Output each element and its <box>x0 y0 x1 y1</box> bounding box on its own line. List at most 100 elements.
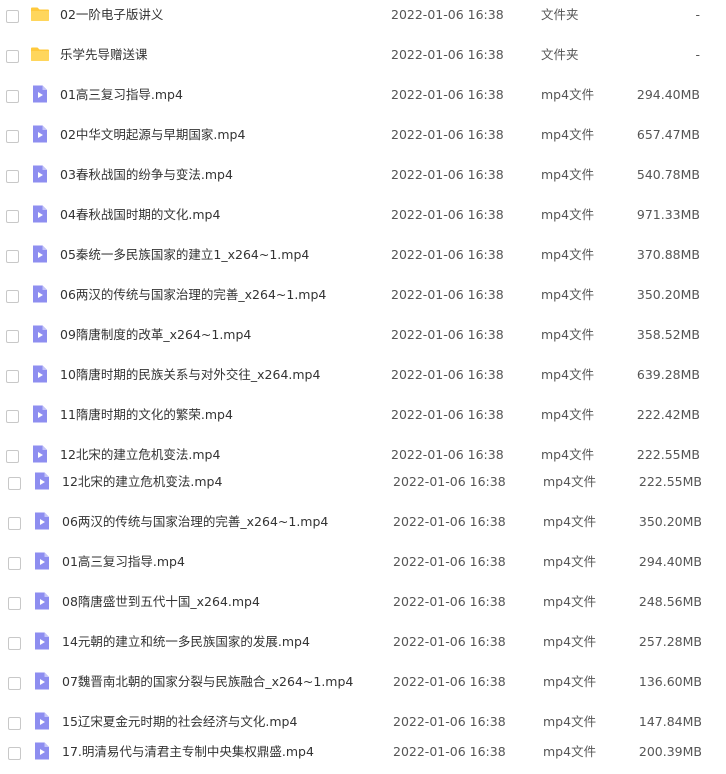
file-row[interactable]: 14元朝的建立和统一多民族国家的发展.mp4 2022-01-06 16:38 … <box>0 624 726 664</box>
file-name[interactable]: 02一阶电子版讲义 <box>60 7 163 23</box>
file-row[interactable]: 05秦统一多民族国家的建立1_x264~1.mp4 2022-01-06 16:… <box>0 237 726 277</box>
file-row[interactable]: 02中华文明起源与早期国家.mp4 2022-01-06 16:38 mp4文件… <box>0 117 726 157</box>
row-checkbox[interactable] <box>8 677 21 690</box>
file-type: mp4文件 <box>543 674 597 689</box>
file-date: 2022-01-06 16:38 <box>391 167 504 182</box>
row-checkbox[interactable] <box>6 330 19 343</box>
file-row[interactable]: 01高三复习指导.mp4 2022-01-06 16:38 mp4文件 294.… <box>0 544 726 584</box>
file-row[interactable]: 12北宋的建立危机变法.mp4 2022-01-06 16:38 mp4文件 2… <box>0 464 726 504</box>
file-size: 358.52MB <box>636 327 700 342</box>
file-name[interactable]: 12北宋的建立危机变法.mp4 <box>60 447 220 463</box>
file-name[interactable]: 01高三复习指导.mp4 <box>62 554 185 570</box>
video-file-icon <box>32 511 52 531</box>
file-name[interactable]: 17.明清易代与清君主专制中央集权鼎盛.mp4 <box>62 744 314 760</box>
file-row[interactable]: 09隋唐制度的改革_x264~1.mp4 2022-01-06 16:38 mp… <box>0 317 726 357</box>
file-name[interactable]: 10隋唐时期的民族关系与对外交往_x264.mp4 <box>60 367 320 383</box>
file-date: 2022-01-06 16:38 <box>393 634 506 649</box>
file-type: mp4文件 <box>543 634 597 649</box>
file-type: mp4文件 <box>543 474 597 489</box>
file-name[interactable]: 07魏晋南北朝的国家分裂与民族融合_x264~1.mp4 <box>62 674 353 690</box>
video-file-icon <box>32 741 52 761</box>
row-checkbox[interactable] <box>8 747 21 760</box>
file-name[interactable]: 01高三复习指导.mp4 <box>60 87 183 103</box>
file-name[interactable]: 15辽宋夏金元时期的社会经济与文化.mp4 <box>62 714 297 730</box>
file-size: 147.84MB <box>638 714 702 729</box>
video-file-icon <box>30 164 50 184</box>
file-type: mp4文件 <box>541 447 595 462</box>
file-date: 2022-01-06 16:38 <box>391 327 504 342</box>
file-row[interactable]: 08隋唐盛世到五代十国_x264.mp4 2022-01-06 16:38 mp… <box>0 584 726 624</box>
file-row[interactable]: 17.明清易代与清君主专制中央集权鼎盛.mp4 2022-01-06 16:38… <box>0 734 726 774</box>
file-name[interactable]: 02中华文明起源与早期国家.mp4 <box>60 127 245 143</box>
file-row[interactable]: 04春秋战国时期的文化.mp4 2022-01-06 16:38 mp4文件 9… <box>0 197 726 237</box>
video-file-icon <box>30 244 50 264</box>
row-checkbox[interactable] <box>8 717 21 730</box>
file-date: 2022-01-06 16:38 <box>393 714 506 729</box>
file-date: 2022-01-06 16:38 <box>391 447 504 462</box>
file-type: mp4文件 <box>541 207 595 222</box>
file-size: - <box>695 7 700 22</box>
file-size: 136.60MB <box>638 674 702 689</box>
file-row[interactable]: 06两汉的传统与国家治理的完善_x264~1.mp4 2022-01-06 16… <box>0 504 726 544</box>
file-name[interactable]: 乐学先导赠送课 <box>60 47 148 63</box>
file-row[interactable]: 03春秋战国的纷争与变法.mp4 2022-01-06 16:38 mp4文件 … <box>0 157 726 197</box>
file-size: 540.78MB <box>636 167 700 182</box>
file-name[interactable]: 12北宋的建立危机变法.mp4 <box>62 474 222 490</box>
file-name[interactable]: 04春秋战国时期的文化.mp4 <box>60 207 220 223</box>
file-name[interactable]: 05秦统一多民族国家的建立1_x264~1.mp4 <box>60 247 309 263</box>
file-size: 222.42MB <box>636 407 700 422</box>
row-checkbox[interactable] <box>8 517 21 530</box>
row-checkbox[interactable] <box>6 290 19 303</box>
file-date: 2022-01-06 16:38 <box>391 247 504 262</box>
file-size: 294.40MB <box>636 87 700 102</box>
file-row[interactable]: 06两汉的传统与国家治理的完善_x264~1.mp4 2022-01-06 16… <box>0 277 726 317</box>
row-checkbox[interactable] <box>6 50 19 63</box>
video-file-icon <box>32 551 52 571</box>
file-size: 350.20MB <box>638 514 702 529</box>
row-checkbox[interactable] <box>6 170 19 183</box>
row-checkbox[interactable] <box>8 597 21 610</box>
file-row[interactable]: 10隋唐时期的民族关系与对外交往_x264.mp4 2022-01-06 16:… <box>0 357 726 397</box>
row-checkbox[interactable] <box>6 410 19 423</box>
video-file-icon <box>30 364 50 384</box>
video-file-icon <box>30 84 50 104</box>
file-row[interactable]: 11隋唐时期的文化的繁荣.mp4 2022-01-06 16:38 mp4文件 … <box>0 397 726 437</box>
row-checkbox[interactable] <box>6 450 19 463</box>
file-row[interactable]: 02一阶电子版讲义 2022-01-06 16:38 文件夹 - <box>0 0 726 37</box>
file-name[interactable]: 06两汉的传统与国家治理的完善_x264~1.mp4 <box>62 514 328 530</box>
video-file-icon <box>32 711 52 731</box>
file-row[interactable]: 07魏晋南北朝的国家分裂与民族融合_x264~1.mp4 2022-01-06 … <box>0 664 726 704</box>
row-checkbox[interactable] <box>8 637 21 650</box>
file-row[interactable]: 01高三复习指导.mp4 2022-01-06 16:38 mp4文件 294.… <box>0 77 726 117</box>
file-type: mp4文件 <box>541 407 595 422</box>
file-size: 370.88MB <box>636 247 700 262</box>
row-checkbox[interactable] <box>8 557 21 570</box>
row-checkbox[interactable] <box>6 90 19 103</box>
video-file-icon <box>32 671 52 691</box>
row-checkbox[interactable] <box>6 370 19 383</box>
file-type: mp4文件 <box>541 127 595 142</box>
row-checkbox[interactable] <box>6 210 19 223</box>
file-row[interactable]: 乐学先导赠送课 2022-01-06 16:38 文件夹 - <box>0 37 726 77</box>
row-checkbox[interactable] <box>6 250 19 263</box>
file-name[interactable]: 06两汉的传统与国家治理的完善_x264~1.mp4 <box>60 287 326 303</box>
row-checkbox[interactable] <box>8 477 21 490</box>
file-name[interactable]: 08隋唐盛世到五代十国_x264.mp4 <box>62 594 260 610</box>
row-checkbox[interactable] <box>6 10 19 23</box>
file-date: 2022-01-06 16:38 <box>393 674 506 689</box>
video-file-icon <box>30 284 50 304</box>
video-file-icon <box>30 404 50 424</box>
file-name[interactable]: 03春秋战国的纷争与变法.mp4 <box>60 167 233 183</box>
video-file-icon <box>30 324 50 344</box>
file-date: 2022-01-06 16:38 <box>391 7 504 22</box>
file-size: 639.28MB <box>636 367 700 382</box>
file-type: mp4文件 <box>543 714 597 729</box>
video-file-icon <box>32 591 52 611</box>
file-size: - <box>695 47 700 62</box>
file-name[interactable]: 14元朝的建立和统一多民族国家的发展.mp4 <box>62 634 310 650</box>
file-name[interactable]: 11隋唐时期的文化的繁荣.mp4 <box>60 407 233 423</box>
file-date: 2022-01-06 16:38 <box>393 514 506 529</box>
file-size: 248.56MB <box>638 594 702 609</box>
file-name[interactable]: 09隋唐制度的改革_x264~1.mp4 <box>60 327 251 343</box>
row-checkbox[interactable] <box>6 130 19 143</box>
